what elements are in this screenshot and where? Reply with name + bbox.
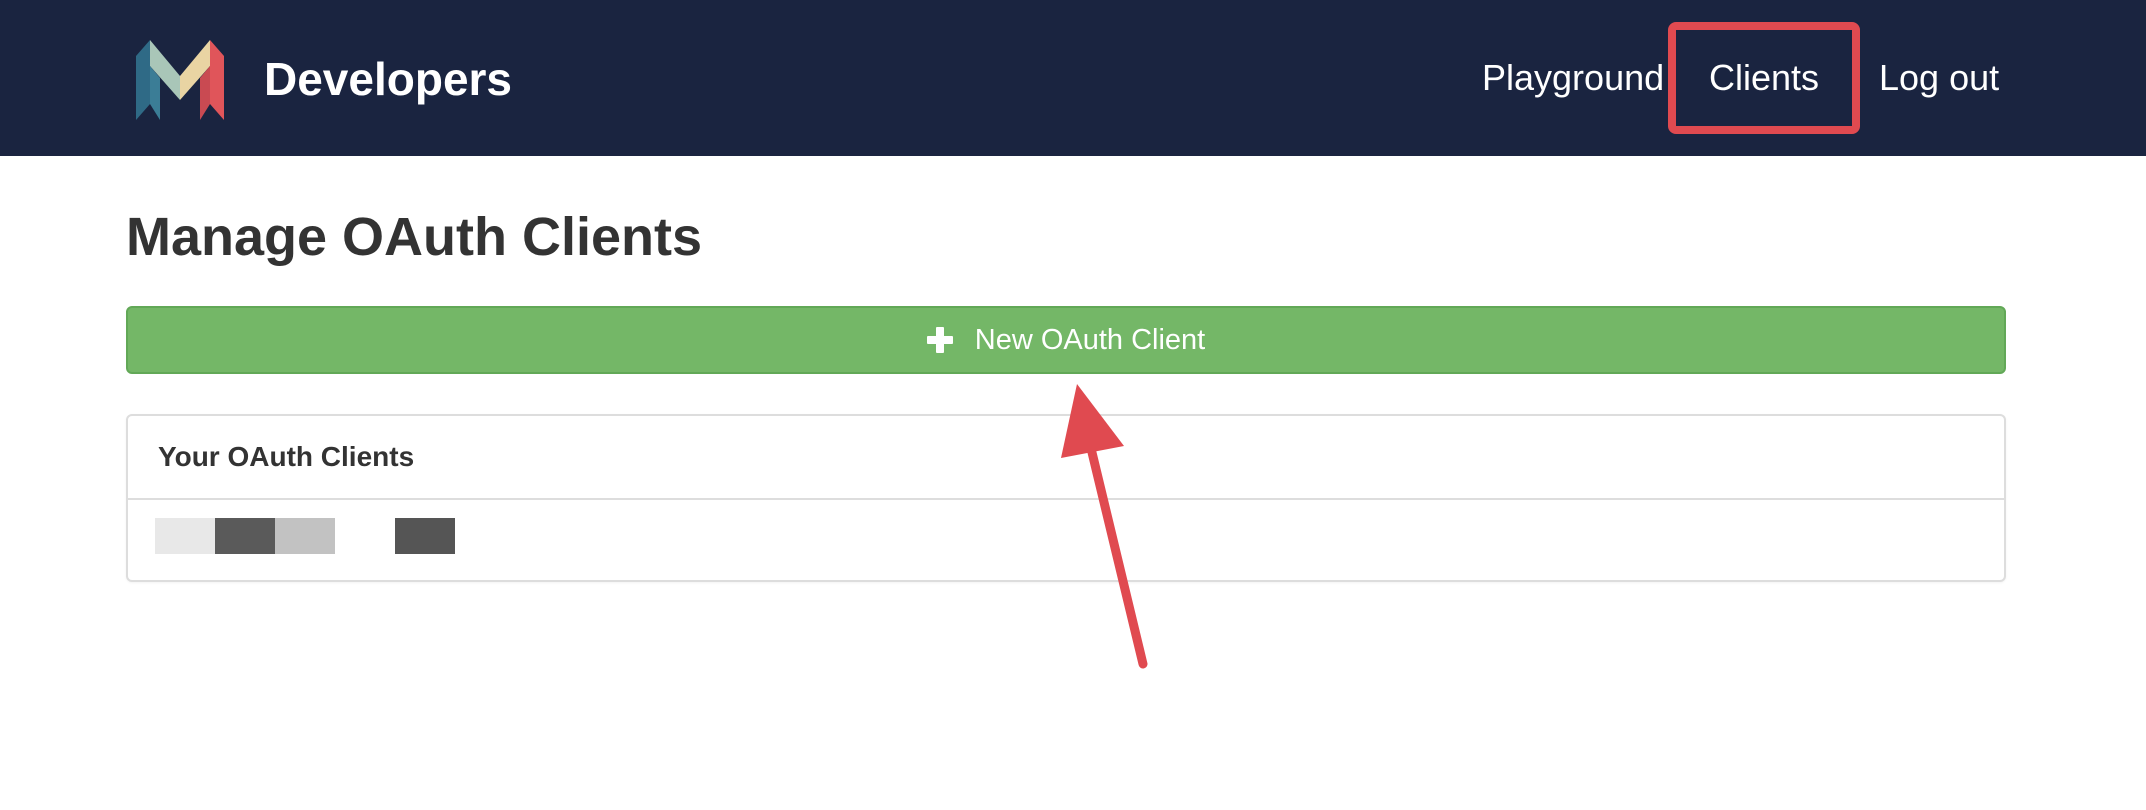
redacted-block: [275, 518, 335, 554]
page-title: Manage OAuth Clients: [126, 207, 703, 267]
clients-highlight-box: Clients: [1668, 22, 1860, 134]
brand-title: Developers: [264, 53, 513, 105]
nav-link-clients[interactable]: Clients: [1709, 60, 1819, 96]
top-navbar: Developers Playground Clients Log out: [0, 0, 2146, 156]
nav-playground-container: Playground: [1482, 0, 1664, 156]
new-oauth-client-label: New OAuth Client: [974, 323, 1206, 356]
panel-heading: Your OAuth Clients: [128, 416, 2004, 500]
redacted-block: [215, 518, 275, 554]
brand-link[interactable]: Developers: [134, 36, 512, 122]
panel-body: [128, 500, 2004, 580]
nav-logout-container: Log out: [1879, 0, 1999, 156]
oauth-clients-panel: Your OAuth Clients: [126, 414, 2006, 582]
nav-link-playground[interactable]: Playground: [1482, 60, 1664, 96]
monzo-m-logo-icon: [136, 40, 224, 120]
nav-link-logout[interactable]: Log out: [1879, 60, 1999, 96]
new-oauth-client-button[interactable]: New OAuth Client: [126, 306, 2006, 374]
plus-icon: [926, 327, 953, 353]
redacted-block: [395, 518, 455, 554]
redacted-block: [155, 518, 215, 554]
